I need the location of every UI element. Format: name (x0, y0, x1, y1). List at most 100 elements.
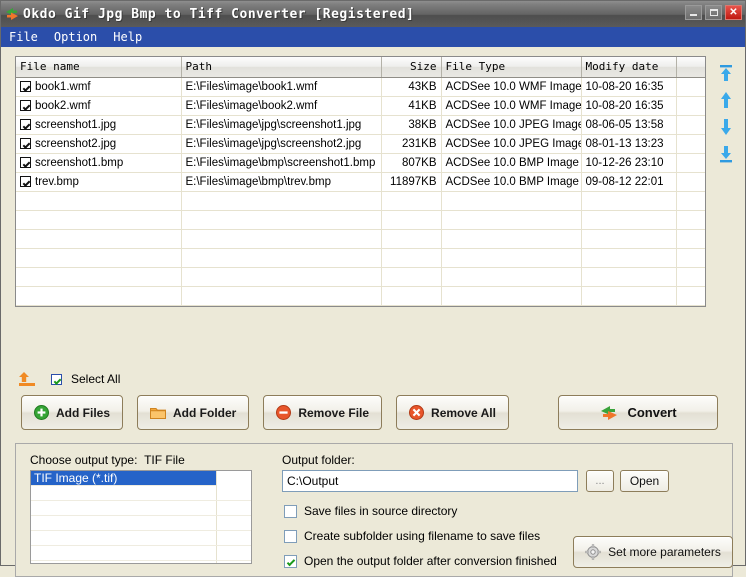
cell-file-name[interactable]: screenshot2.jpg (16, 134, 182, 154)
list-item[interactable] (31, 486, 251, 501)
cell-file-name[interactable]: screenshot1.bmp (16, 153, 182, 173)
remove-file-button[interactable]: Remove File (263, 395, 383, 430)
cell-modify-date: 10-12-26 23:10 (581, 153, 677, 173)
create-subfolder-checkbox[interactable] (284, 529, 297, 543)
column-header-size[interactable]: Size (381, 57, 442, 78)
table-row[interactable]: screenshot1.bmp E:\Files\image\bmp\screen… (16, 153, 705, 173)
cell-file-name[interactable]: trev.bmp (16, 172, 182, 192)
list-item[interactable] (31, 501, 251, 516)
cell-blank (676, 115, 705, 135)
save-in-source-directory-option[interactable]: Save files in source directory (284, 504, 457, 518)
cell-file-name[interactable]: screenshot1.jpg (16, 115, 182, 135)
column-header-modify-date[interactable]: Modify date (581, 57, 677, 78)
minus-circle-icon (276, 405, 292, 420)
menu-item-option[interactable]: Option (52, 29, 105, 45)
menu-item-help[interactable]: Help (111, 29, 150, 45)
table-row[interactable]: book2.wmf E:\Files\image\book2.wmf 41KB ACD… (16, 96, 705, 116)
list-item[interactable] (31, 531, 251, 546)
output-type-listbox[interactable]: TIF Image (*.tif) (30, 470, 252, 564)
cell-size: 231KB (381, 134, 442, 154)
cell-path: E:\Files\image\book2.wmf (181, 96, 382, 116)
set-more-parameters-button[interactable]: Set more parameters (573, 536, 733, 568)
column-header-file-name[interactable]: File name (16, 57, 182, 78)
remove-file-label: Remove File (298, 405, 370, 420)
cell-file-name[interactable]: book2.wmf (16, 96, 182, 116)
list-item[interactable] (31, 546, 251, 561)
move-up-icon[interactable] (716, 90, 736, 110)
table-row-empty[interactable] (16, 210, 705, 230)
select-all-row: Select All (17, 369, 120, 389)
add-files-button[interactable]: Add Files (21, 395, 124, 430)
table-row-empty[interactable] (16, 305, 705, 306)
app-window: Okdo Gif Jpg Bmp to Tiff Converter [Regi… (0, 0, 746, 577)
row-checkbox[interactable] (20, 156, 31, 168)
menu-bar: File Option Help (1, 27, 745, 47)
output-folder-input[interactable] (282, 470, 578, 492)
cell-path: E:\Files\image\jpg\screenshot1.jpg (181, 115, 382, 135)
list-item[interactable] (31, 516, 251, 531)
table-row-empty[interactable] (16, 191, 705, 211)
table-row-empty[interactable] (16, 286, 705, 306)
cell-file-type: ACDSee 10.0 JPEG Image (441, 134, 582, 154)
cell-blank (676, 153, 705, 173)
client-area: File name Path Size File Type Modify dat… (1, 47, 745, 577)
close-circle-icon (409, 405, 425, 420)
output-folder-label: Output folder: (282, 453, 355, 467)
table-row[interactable]: screenshot2.jpg E:\Files\image\jpg\screen… (16, 134, 705, 154)
convert-arrows-icon (599, 404, 619, 422)
minimize-button[interactable] (685, 5, 702, 20)
close-button[interactable]: ✕ (725, 5, 742, 20)
cell-file-type: ACDSee 10.0 BMP Image (441, 172, 582, 192)
convert-button[interactable]: Convert (558, 395, 718, 430)
cell-modify-date: 08-01-13 13:23 (581, 134, 677, 154)
table-row[interactable]: screenshot1.jpg E:\Files\image\jpg\screen… (16, 115, 705, 135)
add-folder-button[interactable]: Add Folder (137, 395, 250, 430)
file-name-text: book1.wmf (35, 80, 91, 93)
table-row-empty[interactable] (16, 248, 705, 268)
cell-file-name[interactable]: book1.wmf (16, 77, 182, 97)
output-type-label: Choose output type: TIF File (30, 453, 185, 467)
save-in-source-directory-checkbox[interactable] (284, 504, 297, 518)
cell-path: E:\Files\image\jpg\screenshot2.jpg (181, 134, 382, 154)
move-to-bottom-icon[interactable] (716, 144, 736, 164)
up-one-level-icon[interactable] (17, 371, 39, 387)
row-checkbox[interactable] (20, 175, 31, 187)
cell-modify-date: 10-08-20 16:35 (581, 77, 677, 97)
create-subfolder-option[interactable]: Create subfolder using filename to save … (284, 529, 540, 543)
convert-arrows-icon (4, 6, 20, 22)
remove-all-button[interactable]: Remove All (396, 395, 509, 430)
file-list[interactable]: File name Path Size File Type Modify dat… (15, 56, 706, 307)
cell-file-type: ACDSee 10.0 BMP Image (441, 153, 582, 173)
table-row[interactable]: book1.wmf E:\Files\image\book1.wmf 43KB ACD… (16, 77, 705, 97)
list-item[interactable]: TIF Image (*.tif) (31, 471, 216, 486)
set-more-parameters-label: Set more parameters (608, 545, 721, 559)
column-header-path[interactable]: Path (181, 57, 382, 78)
move-down-icon[interactable] (716, 117, 736, 137)
column-header-blank[interactable] (676, 57, 705, 78)
column-header-file-type[interactable]: File Type (441, 57, 582, 78)
gear-icon (585, 544, 601, 560)
output-settings-panel: Choose output type: TIF File TIF Image (… (15, 443, 733, 577)
cell-path: E:\Files\image\book1.wmf (181, 77, 382, 97)
row-checkbox[interactable] (20, 118, 31, 130)
move-to-top-icon[interactable] (716, 63, 736, 83)
menu-item-file[interactable]: File (7, 29, 46, 45)
cell-file-type: ACDSee 10.0 WMF Image (441, 77, 582, 97)
cell-modify-date: 08-06-05 13:58 (581, 115, 677, 135)
output-type-value: TIF File (144, 453, 185, 467)
output-type-label-text: Choose output type: (30, 453, 138, 467)
row-checkbox[interactable] (20, 99, 31, 111)
select-all-checkbox[interactable] (51, 373, 62, 385)
cell-file-type: ACDSee 10.0 JPEG Image (441, 115, 582, 135)
row-checkbox[interactable] (20, 80, 31, 92)
row-checkbox[interactable] (20, 137, 31, 149)
file-name-text: trev.bmp (35, 175, 79, 188)
table-row-empty[interactable] (16, 267, 705, 287)
browse-folder-button[interactable]: ... (586, 470, 614, 492)
table-row[interactable]: trev.bmp E:\Files\image\bmp\trev.bmp 11897… (16, 172, 705, 192)
cell-file-type: ACDSee 10.0 WMF Image (441, 96, 582, 116)
select-all-label: Select All (71, 372, 121, 386)
table-row-empty[interactable] (16, 229, 705, 249)
open-folder-button[interactable]: Open (620, 470, 669, 492)
maximize-button[interactable] (705, 5, 722, 20)
